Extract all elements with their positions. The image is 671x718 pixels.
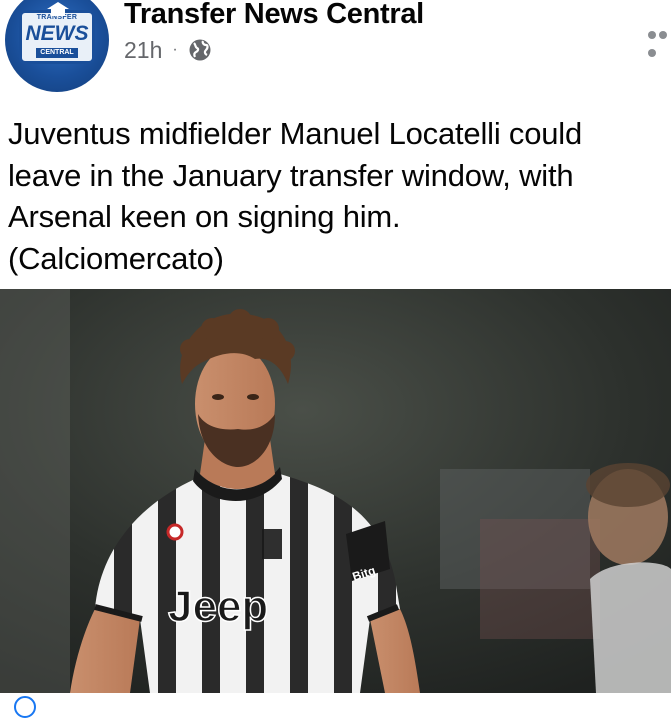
more-dot bbox=[648, 49, 656, 57]
house-icon bbox=[47, 2, 69, 16]
logo-main-text: NEWS bbox=[25, 22, 89, 45]
globe-icon[interactable] bbox=[188, 38, 212, 62]
reaction-icon[interactable] bbox=[14, 696, 36, 718]
post-header: TRANSFER NEWS CENTRAL Transfer News Cent… bbox=[0, 0, 671, 100]
post-text: Juventus midfielder Manuel Locatelli cou… bbox=[8, 113, 668, 279]
more-dot bbox=[648, 31, 656, 39]
post-text-line: Juventus midfielder Manuel Locatelli cou… bbox=[8, 116, 583, 151]
post-timestamp[interactable]: 21h bbox=[124, 37, 162, 64]
more-dot bbox=[659, 31, 667, 39]
post-text-line: (Calciomercato) bbox=[8, 240, 224, 276]
news-central-logo: TRANSFER NEWS CENTRAL bbox=[19, 10, 95, 64]
post-text-line: leave in the January transfer window, wi… bbox=[8, 157, 574, 193]
post-text-line: Arsenal keen on signing him. bbox=[8, 199, 401, 234]
logo-sub-text: CENTRAL bbox=[36, 48, 78, 58]
page-name[interactable]: Transfer News Central bbox=[124, 0, 424, 31]
post-footer bbox=[0, 693, 671, 718]
page-avatar[interactable]: TRANSFER NEWS CENTRAL bbox=[5, 0, 109, 92]
post-photo[interactable]: Jeep Bitg bbox=[0, 289, 671, 693]
meta-separator: · bbox=[172, 41, 178, 58]
player-photo-illustration: Jeep Bitg bbox=[0, 289, 671, 693]
more-options-icon[interactable] bbox=[648, 26, 671, 57]
post-meta: 21h · bbox=[124, 36, 212, 64]
jersey-sponsor: Jeep bbox=[168, 582, 268, 631]
